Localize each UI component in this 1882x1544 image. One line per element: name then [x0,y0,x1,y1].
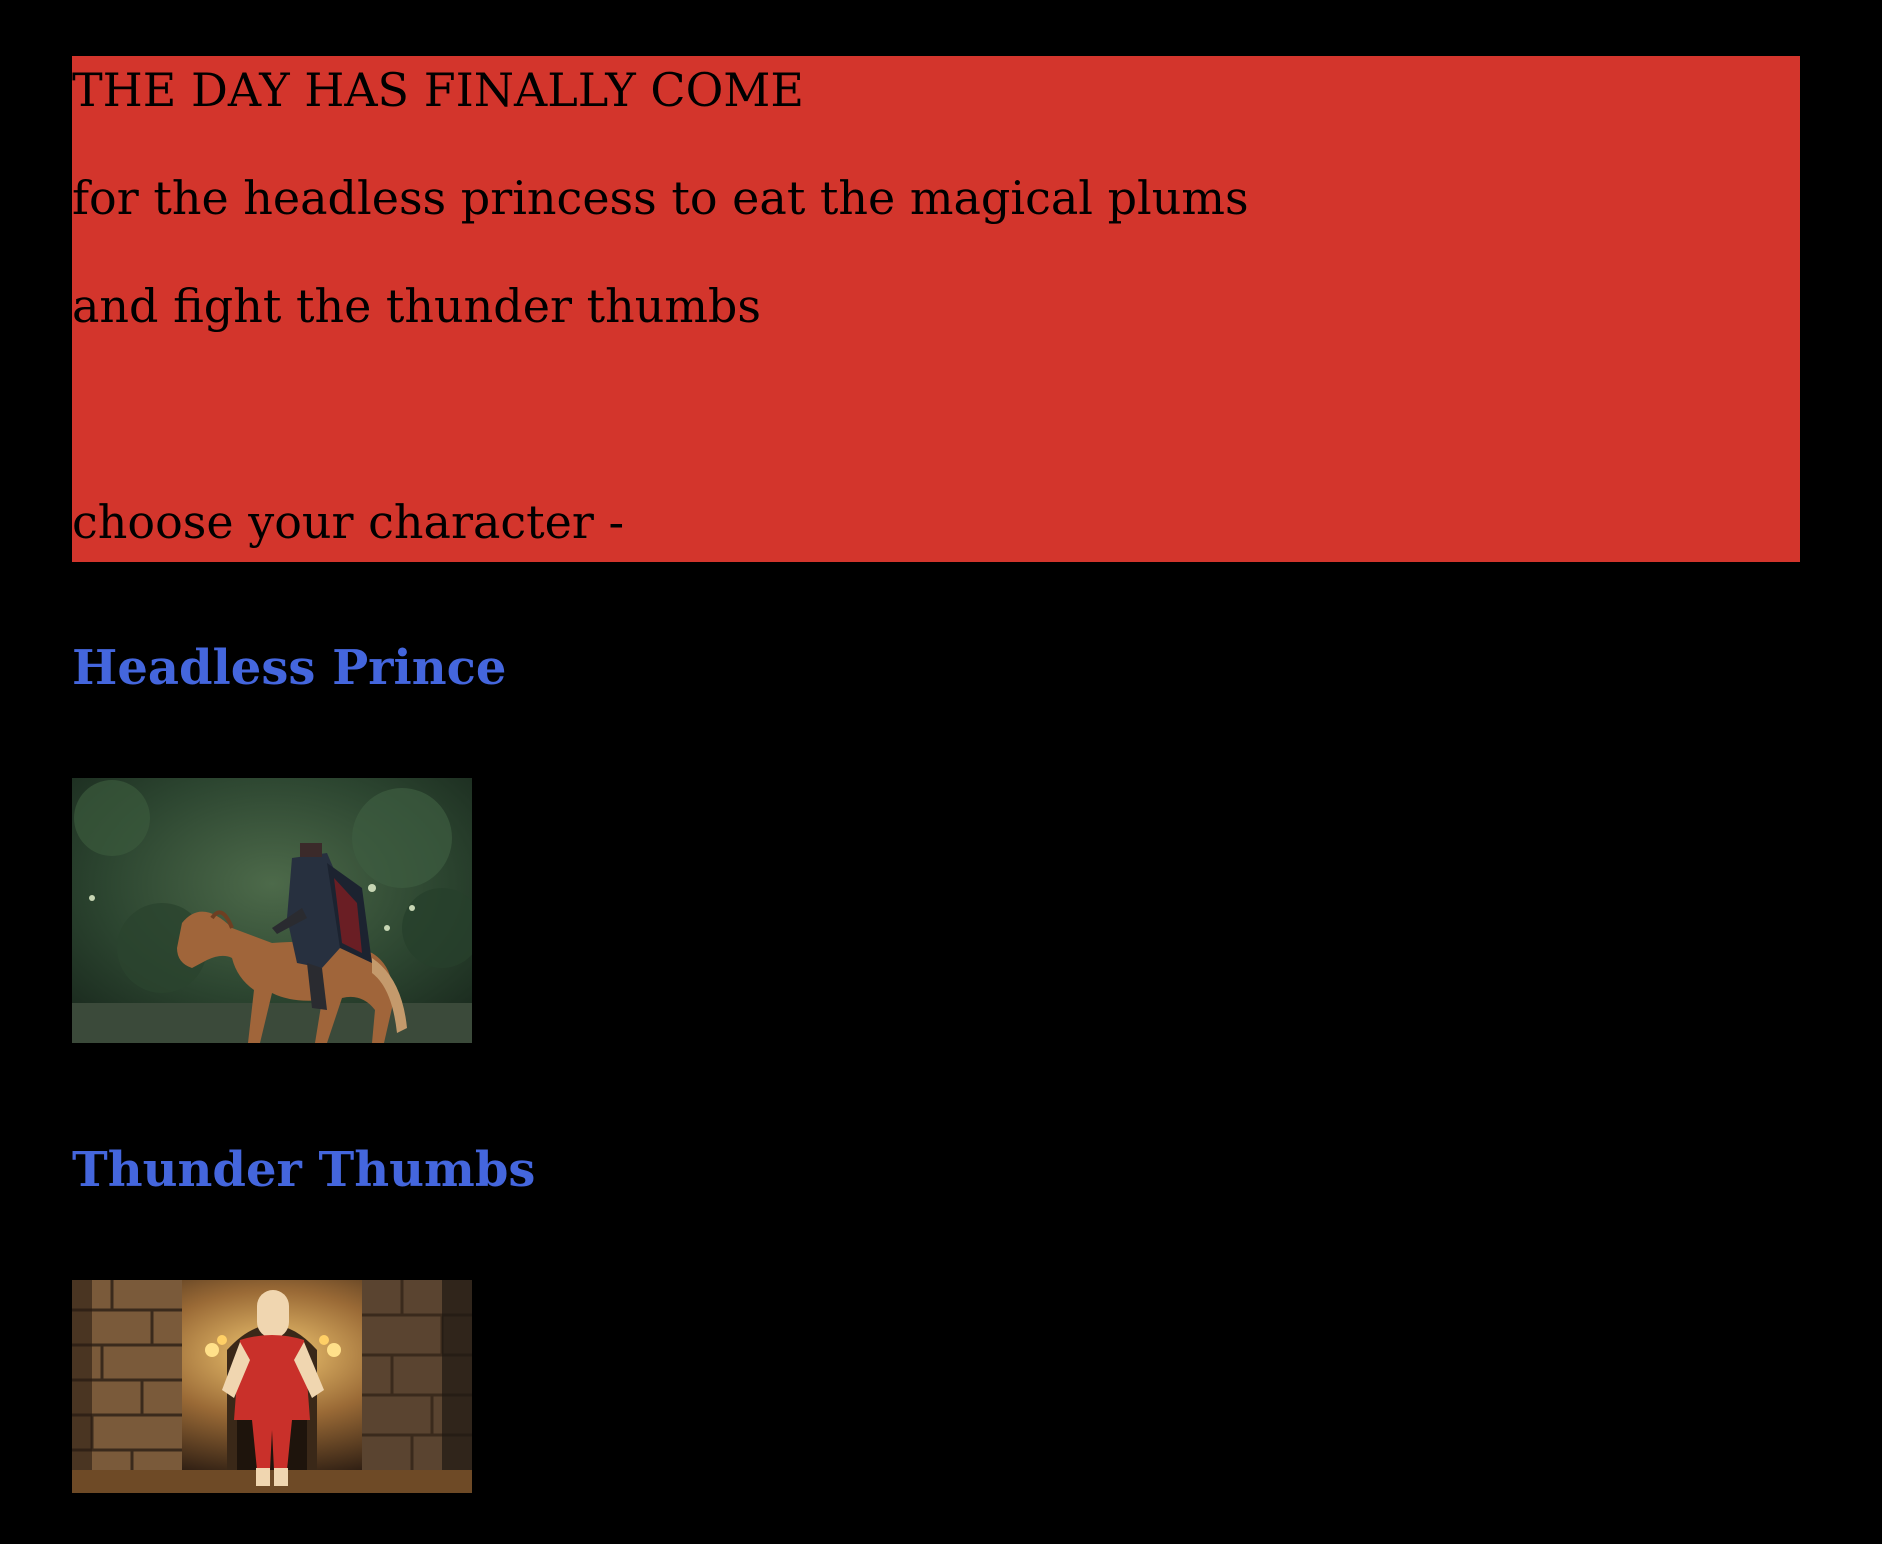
thunder-thumbs-image[interactable] [72,1280,472,1493]
headless-prince-link[interactable]: Headless Prince [72,638,506,698]
story-line-fight: and fight the thunder thumbs [72,279,761,333]
choose-character-prompt: choose your character - [72,495,624,549]
story-line-princess: for the headless princess to eat the mag… [72,171,1249,225]
headless-prince-image[interactable] [72,778,472,1043]
thunder-thumbs-link[interactable]: Thunder Thumbs [72,1140,535,1200]
story-heading: THE DAY HAS FINALLY COME [72,63,804,117]
